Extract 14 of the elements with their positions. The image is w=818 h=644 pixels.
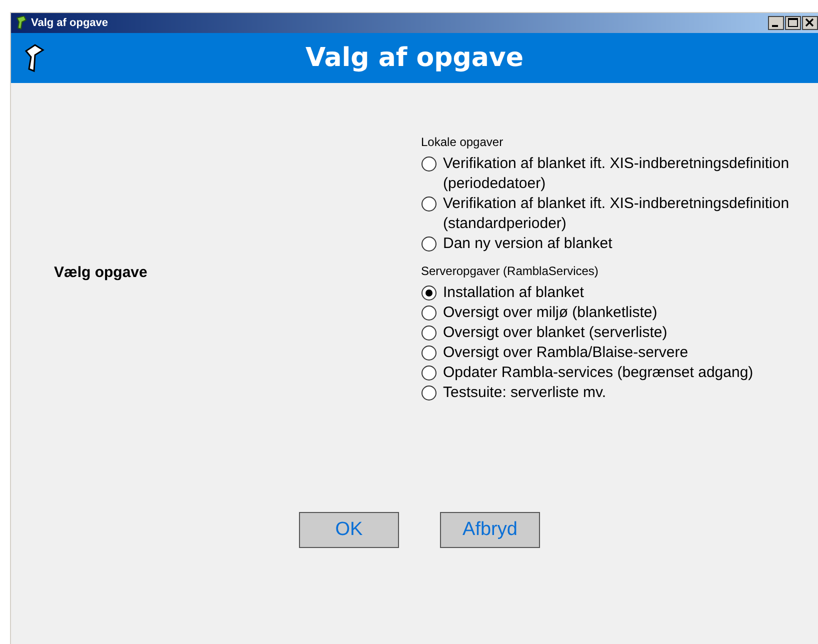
prompt-label: Vælg opgave: [54, 263, 148, 283]
window-title: Valg af opgave: [31, 16, 108, 31]
option-label[interactable]: Testsuite: serverliste mv.: [443, 383, 606, 403]
option-label[interactable]: Oversigt over miljø (blanketliste): [443, 303, 658, 323]
option-label[interactable]: Dan ny version af blanket: [443, 234, 612, 254]
header-title: Valg af opgave: [306, 42, 524, 74]
option-label[interactable]: Oversigt over Rambla/Blaise-servere: [443, 343, 688, 363]
option-label[interactable]: Verifikation af blanket ift. XIS-indberetningsdefinition (standardperioder): [443, 194, 818, 234]
option-label[interactable]: Oversigt over blanket (serverliste): [443, 323, 668, 343]
group-label: Lokale opgaver: [421, 134, 504, 151]
option-label[interactable]: Verifikation af blanket ift. XIS-indberetningsdefinition (periodedatoer): [443, 154, 818, 194]
option-label[interactable]: Opdater Rambla-services (begrænset adgang): [443, 363, 754, 383]
group-label: Serveropgaver (RamblaServices): [421, 263, 600, 280]
option-label[interactable]: Installation af blanket: [443, 283, 584, 303]
